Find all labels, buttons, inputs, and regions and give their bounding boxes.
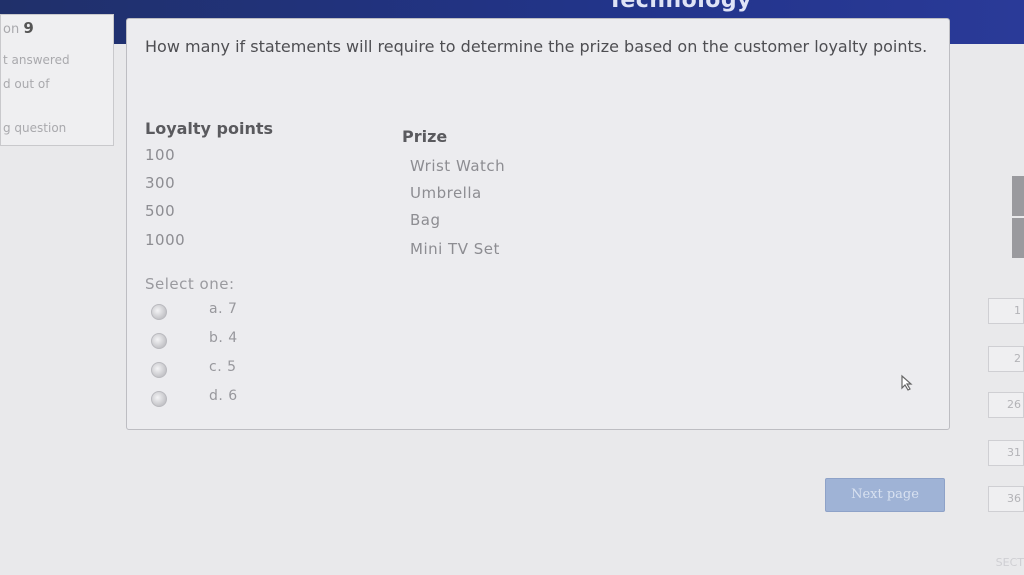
radio-button[interactable] [151,333,167,349]
table-cell-prize: Mini TV Set [410,240,500,258]
select-one-label: Select one: [145,275,235,293]
question-number: on 9 [3,19,34,37]
header-title: Technology [607,0,752,13]
nav-question-button[interactable]: 26 [988,392,1024,418]
next-page-button[interactable]: Next page [825,478,945,512]
column-header-prize: Prize [402,127,448,146]
nav-question-button[interactable]: 31 [988,440,1024,466]
column-header-loyalty-points: Loyalty points [145,119,274,138]
answer-option-label: a. 7 [209,301,238,317]
question-state: t answered [3,53,70,67]
quiz-navigation-strip: ⋮ 1 2 26 31 36 SECT [988,40,1024,575]
mouse-cursor-icon [901,374,913,391]
nav-question-button[interactable]: 1 [988,298,1024,324]
question-mark: d out of [3,77,50,91]
question-info-box: on 9 t answered d out of g question [0,14,114,146]
table-cell-prize: Wrist Watch [410,157,506,175]
answer-option-label: d. 6 [209,388,238,404]
table-cell-points: 300 [145,174,176,192]
answer-option-label: b. 4 [209,330,238,346]
radio-button[interactable] [151,362,167,378]
nav-question-button[interactable]: 2 [988,346,1024,372]
table-cell-prize: Umbrella [410,184,482,202]
scroll-block [1012,176,1024,216]
flag-question-link[interactable]: g question [3,121,66,135]
section-label: SECT [995,556,1024,569]
table-cell-points: 1000 [145,231,186,249]
table-cell-points: 500 [145,202,176,220]
answer-option-label: c. 5 [209,359,237,375]
table-cell-points: 100 [145,146,176,164]
menu-icon[interactable]: ⋮ [1018,80,1024,96]
table-cell-prize: Bag [410,211,441,229]
scroll-block [1012,218,1024,258]
radio-button[interactable] [151,304,167,320]
nav-question-button[interactable]: 36 [988,486,1024,512]
radio-button[interactable] [151,391,167,407]
question-panel: How many if statements will require to d… [126,18,950,430]
question-text: How many if statements will require to d… [145,37,928,56]
